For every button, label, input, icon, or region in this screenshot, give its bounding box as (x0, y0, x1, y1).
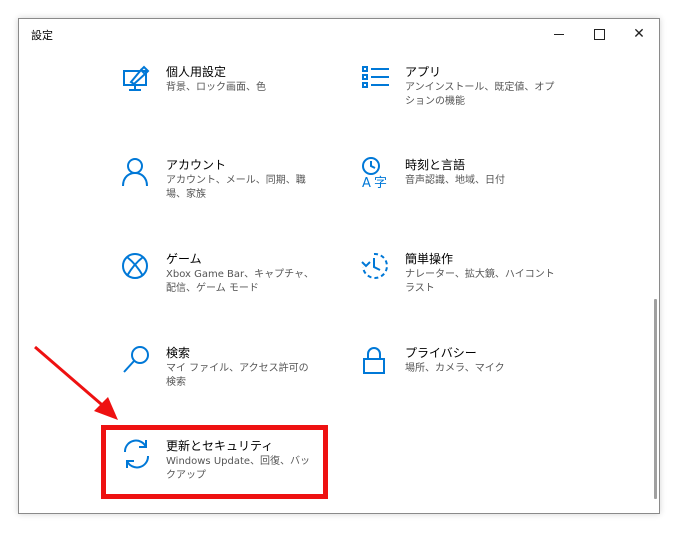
tile-search[interactable]: 検索 マイ ファイル、アクセス許可の検索 (121, 344, 336, 424)
maximize-button[interactable] (579, 19, 619, 49)
vertical-scrollbar[interactable] (654, 299, 657, 499)
tile-title: アカウント (166, 158, 227, 172)
svg-text:字: 字 (374, 176, 387, 190)
window-title: 設定 (31, 29, 53, 42)
tile-title: 簡単操作 (405, 252, 454, 266)
tile-description: マイ ファイル、アクセス許可の検索 (166, 363, 309, 388)
ease-of-access-icon (360, 250, 394, 284)
svg-text:A: A (362, 176, 371, 190)
xbox-icon (121, 250, 155, 284)
tile-gaming[interactable]: ゲーム Xbox Game Bar、キャプチャ、配信、ゲーム モード (121, 250, 336, 330)
tile-title: 個人用設定 (166, 65, 227, 79)
tile-accounts[interactable]: アカウント アカウント、メール、同期、職場、家族 (121, 156, 336, 236)
tile-title: プライバシー (405, 346, 477, 360)
tile-description: 場所、カメラ、マイク (405, 363, 505, 374)
search-icon (121, 344, 155, 378)
annotation-highlight-box (101, 425, 328, 499)
tile-title: 時刻と言語 (405, 158, 466, 172)
time-language-icon: A 字 (360, 156, 394, 191)
minimize-button[interactable] (539, 19, 579, 49)
personalization-icon (121, 63, 155, 97)
tile-title: 検索 (166, 346, 191, 360)
tile-time-language[interactable]: A 字 時刻と言語 音声認識、地域、日付 (360, 156, 575, 236)
maximize-icon (593, 28, 605, 40)
tile-description: Xbox Game Bar、キャプチャ、配信、ゲーム モード (166, 269, 314, 294)
tile-description: アカウント、メール、同期、職場、家族 (166, 175, 306, 200)
minimize-icon (554, 33, 564, 35)
close-button[interactable]: ✕ (619, 19, 659, 49)
tile-description: アンインストール、既定値、オプションの機能 (405, 82, 555, 107)
tile-ease-of-access[interactable]: 簡単操作 ナレーター、拡大鏡、ハイコントラスト (360, 250, 575, 330)
title-bar: 設定 ✕ (19, 19, 659, 49)
tile-apps[interactable]: アプリ アンインストール、既定値、オプションの機能 (360, 63, 575, 143)
tile-privacy[interactable]: プライバシー 場所、カメラ、マイク (360, 344, 575, 424)
apps-list-icon (360, 63, 394, 97)
close-icon: ✕ (633, 26, 645, 42)
person-icon (121, 156, 155, 190)
tile-description: 背景、ロック画面、色 (166, 82, 266, 93)
tile-description: ナレーター、拡大鏡、ハイコントラスト (405, 269, 555, 294)
lock-icon (360, 344, 394, 378)
tile-description: 音声認識、地域、日付 (405, 175, 505, 186)
tile-title: ゲーム (166, 252, 202, 266)
tile-personalization[interactable]: 個人用設定 背景、ロック画面、色 (121, 63, 336, 143)
tile-title: アプリ (405, 65, 442, 79)
